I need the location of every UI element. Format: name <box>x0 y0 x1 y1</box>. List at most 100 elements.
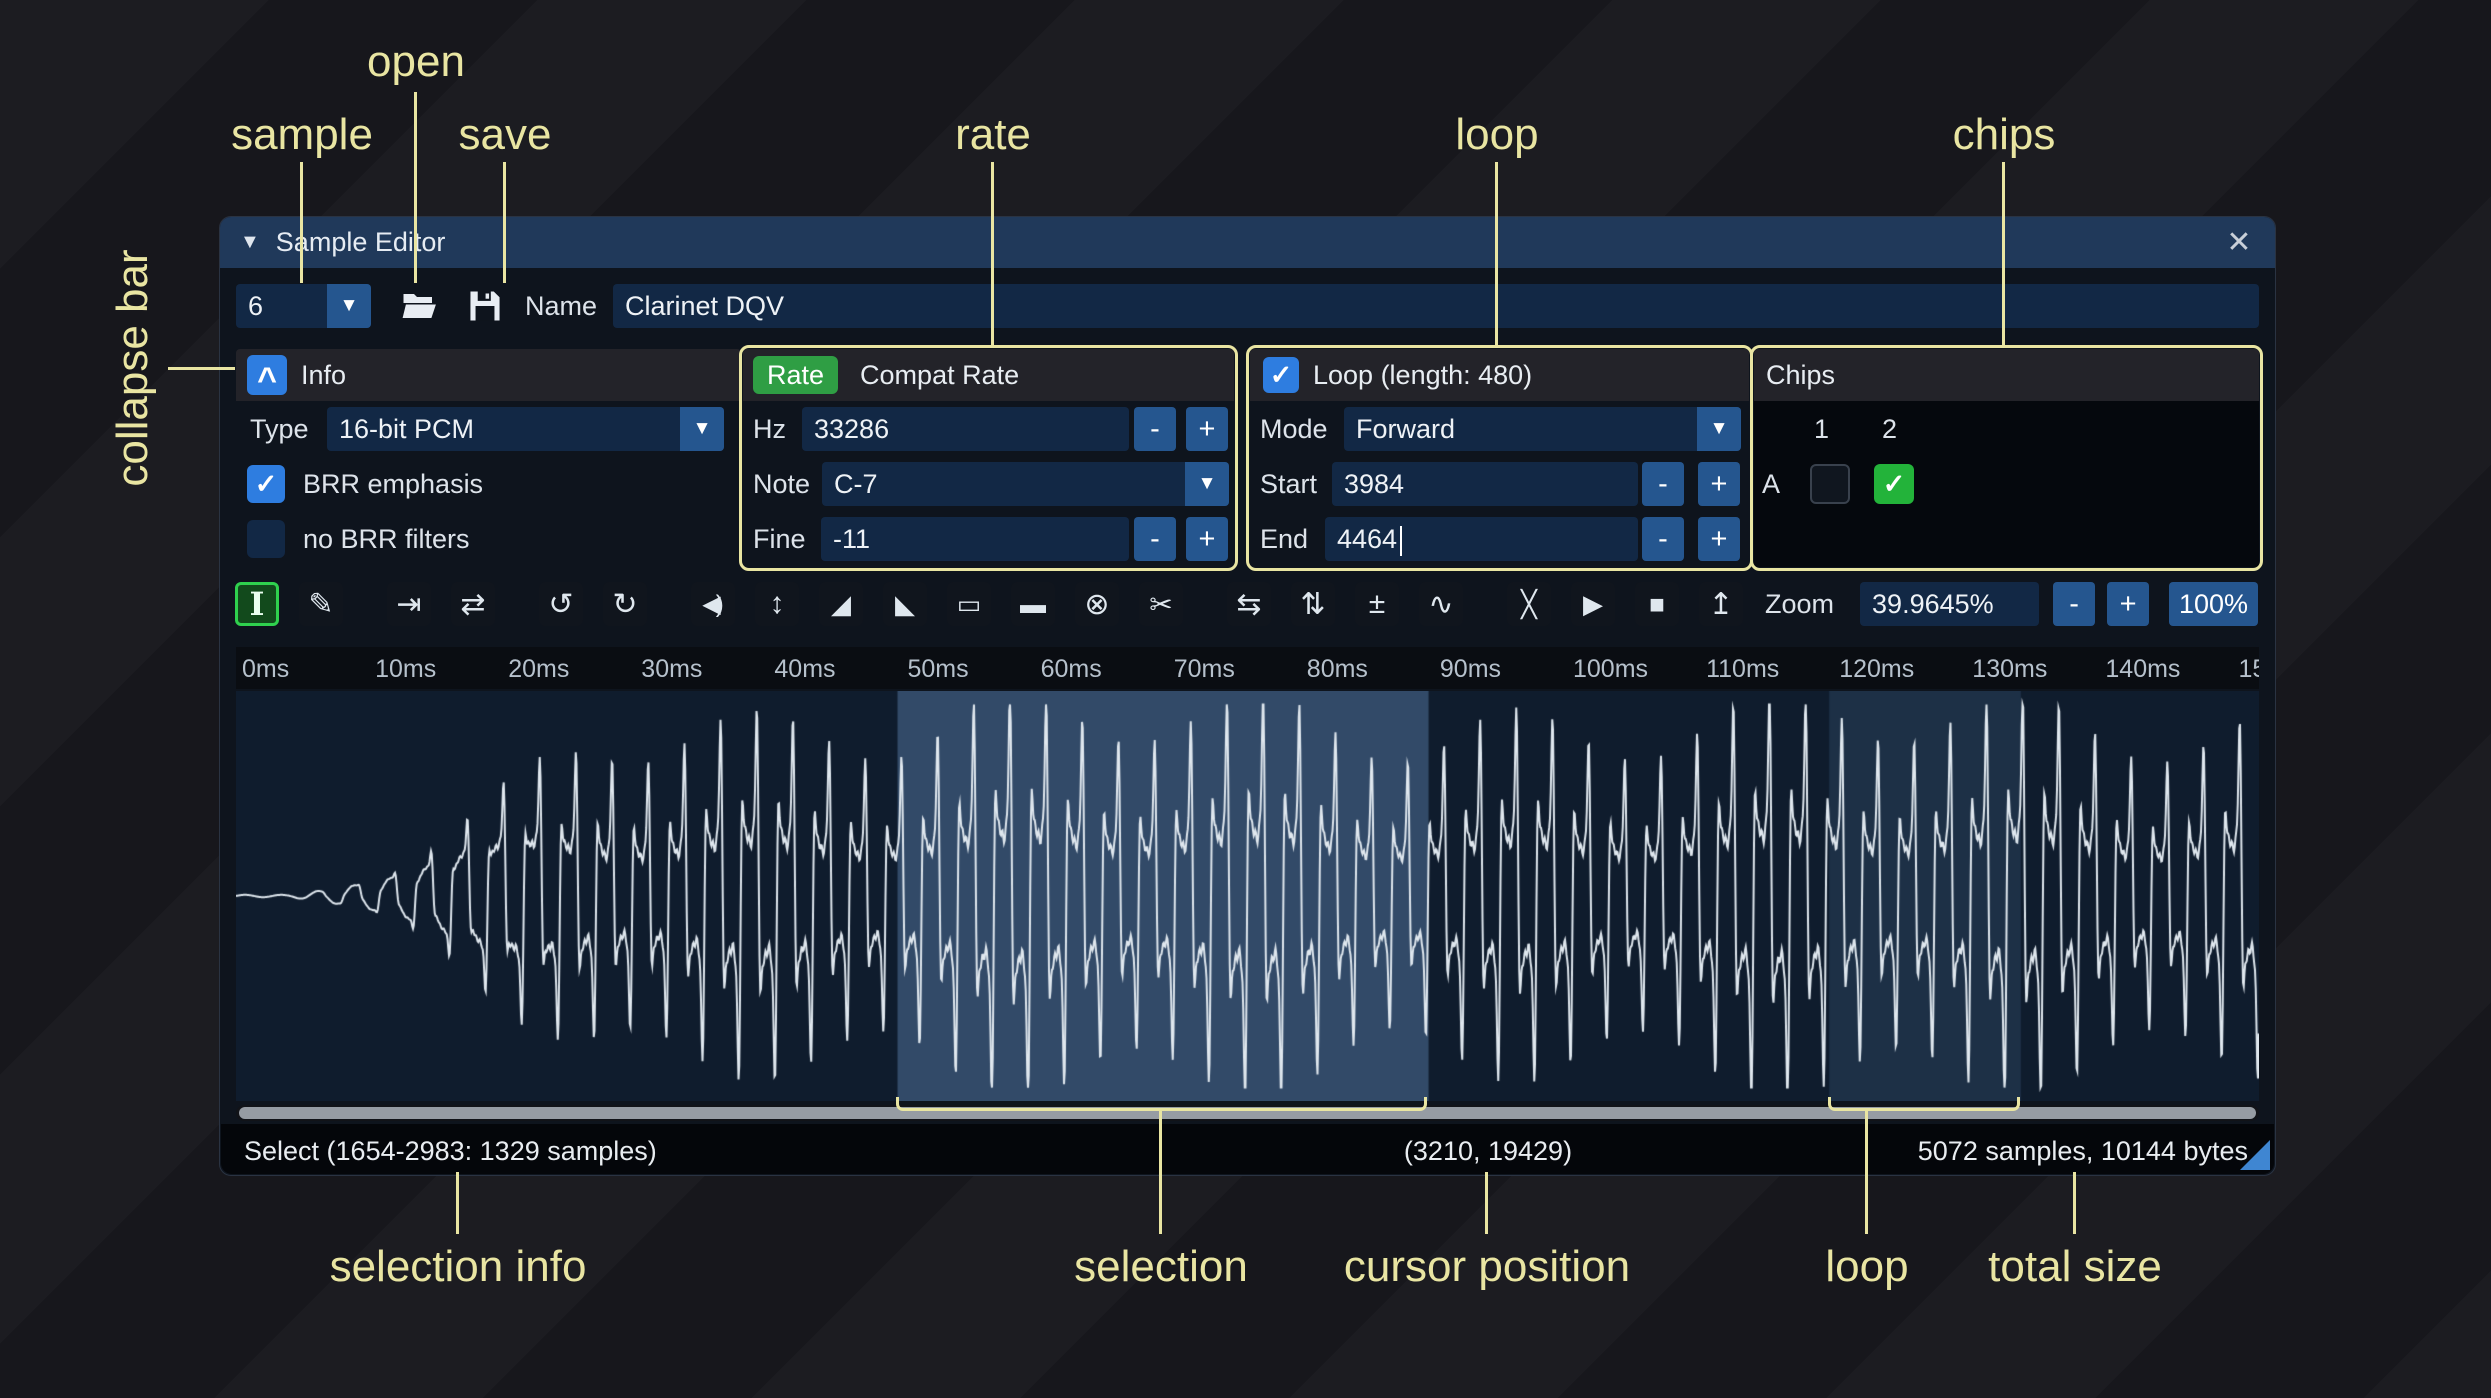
normalize-button[interactable]: ↕ <box>755 582 799 626</box>
loop-end-input[interactable]: 4464 <box>1325 517 1638 561</box>
name-input[interactable]: Clarinet DQV <box>613 284 2259 328</box>
edit-mode-draw-button[interactable]: ✎ <box>299 582 343 626</box>
brr-emphasis-checkbox[interactable]: ✓ <box>247 465 285 503</box>
hz-input[interactable]: 33286 <box>802 407 1129 451</box>
reverse-button[interactable]: ⇆ <box>1227 582 1271 626</box>
waveform-canvas[interactable] <box>236 691 2259 1101</box>
waveform-area <box>236 691 2259 1101</box>
annotation-selection-label: selection <box>1074 1242 1248 1291</box>
timeline-label: 150ms <box>2238 655 2260 683</box>
hz-decrement-button[interactable]: - <box>1134 407 1176 451</box>
save-button[interactable] <box>463 284 507 327</box>
edit-mode-select-button[interactable]: I <box>235 582 279 626</box>
apply-silence-button[interactable]: ▬ <box>1011 582 1055 626</box>
resample-button[interactable]: ⇄ <box>451 582 495 626</box>
plus-icon: + <box>1198 412 1216 445</box>
sample-number-select[interactable]: 6 ▼ <box>236 284 371 328</box>
minus-icon: - <box>1150 522 1160 555</box>
plus-icon: + <box>1710 522 1728 555</box>
loop-start-increment-button[interactable]: + <box>1698 462 1740 506</box>
zoom-in-button[interactable]: + <box>2107 582 2150 626</box>
type-label: Type <box>250 414 309 444</box>
loop-mode-select[interactable]: Forward ▼ <box>1344 407 1741 451</box>
timeline-label: 80ms <box>1306 655 1368 683</box>
total-size-text: 5072 samples, 10144 bytes <box>1917 1136 2248 1166</box>
cursor-position-text: (3210, 19429) <box>1403 1136 1573 1166</box>
fade-in-button[interactable]: ◢ <box>819 582 863 626</box>
loop-start-decrement-button[interactable]: - <box>1642 462 1684 506</box>
window-resize-grip[interactable] <box>2240 1140 2270 1170</box>
chevron-down-icon[interactable]: ▼ <box>327 284 371 328</box>
resize-icon: ⇥ <box>396 587 422 621</box>
sample-editor-window: ▼ Sample Editor ✕ 6 ▼ Name Clarinet DQV … <box>219 216 2276 1176</box>
undo-button[interactable]: ↺ <box>539 582 583 626</box>
name-label: Name <box>525 291 598 321</box>
make-wavetable-button[interactable]: ↥ <box>1699 582 1743 626</box>
minus-icon: - <box>1658 467 1668 500</box>
loop-end-increment-button[interactable]: + <box>1698 517 1740 561</box>
hz-increment-button[interactable]: + <box>1186 407 1228 451</box>
annotation-loop-label: loop <box>1455 110 1539 159</box>
sample-number-value: 6 <box>248 291 264 321</box>
trim-button[interactable]: ✂ <box>1139 582 1183 626</box>
preview-button[interactable]: ▶ <box>1571 582 1615 626</box>
close-button[interactable]: ✕ <box>2221 225 2257 261</box>
loop-enable-checkbox[interactable]: ✓ <box>1263 357 1299 393</box>
fine-decrement-button[interactable]: - <box>1134 517 1176 561</box>
minus-icon: - <box>1150 412 1160 445</box>
loop-start-input[interactable]: 3984 <box>1332 462 1638 506</box>
annotation-loop-bottom-line <box>1865 1111 1868 1234</box>
collapse-triangle-icon[interactable]: ▼ <box>240 231 260 254</box>
ibeam-cursor-icon: I <box>249 585 265 623</box>
insert-silence-icon: ▭ <box>956 588 982 619</box>
unsigned-button[interactable]: ± <box>1355 582 1399 626</box>
fade-out-button[interactable]: ◣ <box>883 582 927 626</box>
sample-type-select[interactable]: 16-bit PCM ▼ <box>327 407 724 451</box>
invert-button[interactable]: ⇅ <box>1291 582 1335 626</box>
chevron-down-icon[interactable]: ▼ <box>1185 462 1229 506</box>
chevron-down-icon[interactable]: ▼ <box>1697 407 1741 451</box>
note-select[interactable]: C-7 ▼ <box>822 462 1229 506</box>
collapse-bar-button[interactable]: ^ <box>247 355 287 399</box>
zoom-input[interactable]: 39.9645% <box>1860 582 2040 626</box>
amplify-button[interactable]: ◀) <box>691 582 735 626</box>
folder-open-icon <box>402 291 438 321</box>
no-brr-filters-checkbox[interactable] <box>247 520 285 558</box>
rate-panel-header: Rate Compat Rate <box>743 349 1234 401</box>
chip-2-checkbox[interactable]: ✓ <box>1874 464 1914 504</box>
delete-icon: ⊗ <box>1084 587 1110 621</box>
annotation-selection-info-label: selection info <box>329 1242 587 1291</box>
loop-end-decrement-button[interactable]: - <box>1642 517 1684 561</box>
check-icon: ✓ <box>1269 359 1293 390</box>
redo-button[interactable]: ↻ <box>603 582 647 626</box>
zoom-reset-button[interactable]: 100% <box>2169 582 2259 626</box>
fine-increment-button[interactable]: + <box>1186 517 1228 561</box>
resize-button[interactable]: ⇥ <box>387 582 431 626</box>
chevron-down-icon[interactable]: ▼ <box>680 407 724 451</box>
rate-tab[interactable]: Rate <box>753 356 839 394</box>
open-button[interactable] <box>398 284 442 327</box>
stop-preview-button[interactable]: ■ <box>1635 582 1679 626</box>
crossfade-icon: ╳ <box>1521 588 1537 619</box>
window-titlebar[interactable]: ▼ Sample Editor <box>220 217 2275 268</box>
crossfade-button[interactable]: ╳ <box>1507 582 1551 626</box>
info-panel: ^ Info Type 16-bit PCM ▼ ✓ BRR emphasis … <box>236 349 741 567</box>
selection-info-text: Select (1654-2983: 1329 samples) <box>244 1136 657 1166</box>
fine-input[interactable]: -11 <box>821 517 1129 561</box>
timeline[interactable]: 0ms 10ms 20ms 30ms 40ms 50ms 60ms 70ms 80ms 90ms 1… <box>236 647 2259 689</box>
annotation-open-line <box>414 92 417 283</box>
loop-panel-header: ✓ Loop (length: 480) <box>1250 349 1749 401</box>
timeline-label: 110ms <box>1706 655 1780 683</box>
delete-button[interactable]: ⊗ <box>1075 582 1119 626</box>
timeline-label: 50ms <box>907 655 969 683</box>
zoom-controls: Zoom 39.9645% - + 100% <box>1765 582 2259 626</box>
chip-1-checkbox[interactable] <box>1810 464 1850 504</box>
filter-button[interactable]: ∿ <box>1419 582 1463 626</box>
mode-label: Mode <box>1260 414 1328 444</box>
compat-rate-tab[interactable]: Compat Rate <box>860 360 1019 391</box>
info-panel-title: Info <box>301 359 347 390</box>
timeline-label: 140ms <box>2105 655 2181 683</box>
insert-silence-button[interactable]: ▭ <box>947 582 991 626</box>
annotation-rate-line <box>991 162 994 346</box>
zoom-out-button[interactable]: - <box>2053 582 2096 626</box>
